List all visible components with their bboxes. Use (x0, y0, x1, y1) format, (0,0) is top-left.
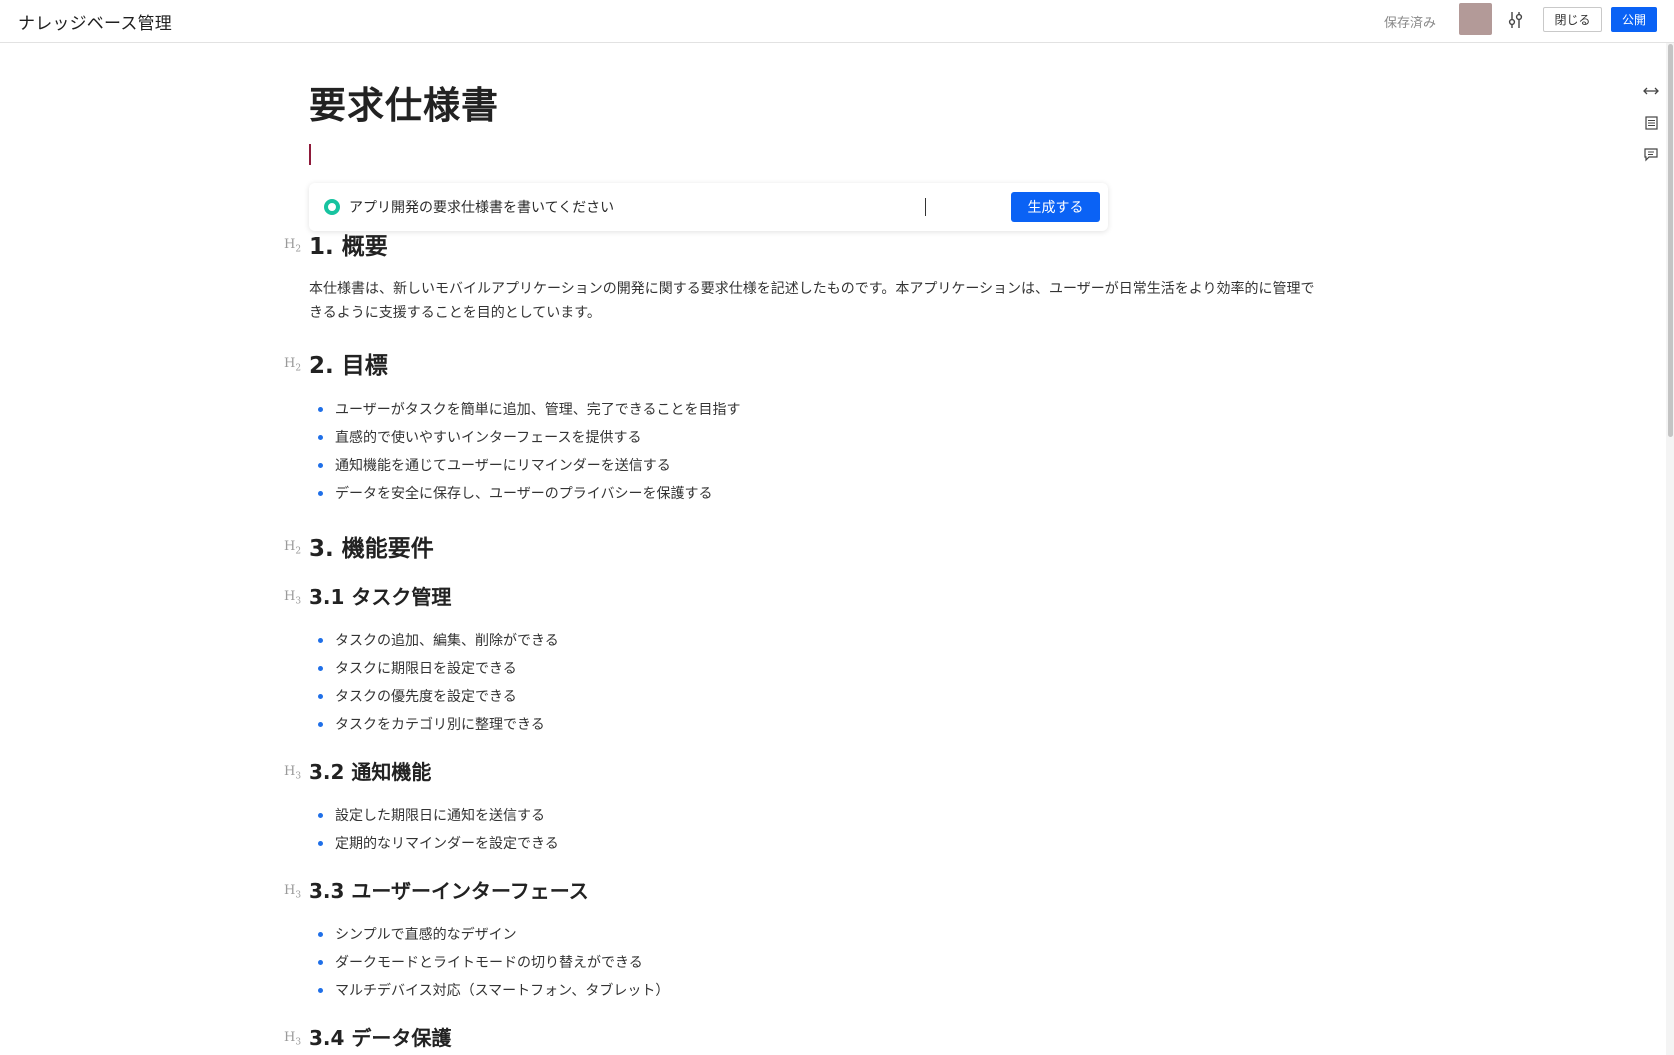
subsection-heading-task[interactable]: 3.1 タスク管理 (309, 583, 451, 611)
heading-level-marker[interactable]: H2 (284, 356, 301, 374)
text-cursor (309, 144, 311, 165)
list-item[interactable]: ユーザーがタスクを簡単に追加、管理、完了できることを目指す (309, 396, 740, 424)
heading-level-marker[interactable]: H3 (284, 883, 301, 901)
sliders-icon (1508, 12, 1523, 28)
input-cursor (925, 198, 926, 216)
settings-button[interactable] (1505, 8, 1527, 32)
publish-button[interactable]: 公開 (1611, 7, 1657, 32)
heading-level-marker[interactable]: H3 (284, 1030, 301, 1048)
list-item[interactable]: 定期的なリマインダーを設定できる (309, 830, 559, 858)
outline-button[interactable] (1640, 112, 1662, 134)
list-item[interactable]: ダークモードとライトモードの切り替えができる (309, 949, 669, 977)
app-title: ナレッジベース管理 (18, 14, 172, 34)
section-heading-goals[interactable]: 2. 目標 (309, 350, 388, 382)
subsection-heading-notify[interactable]: 3.2 通知機能 (309, 758, 431, 786)
ai-prompt-box: 生成する (309, 183, 1108, 231)
outline-icon (1644, 116, 1658, 130)
top-bar: ナレッジベース管理 保存済み 閉じる 公開 (0, 0, 1674, 43)
scrollbar-thumb[interactable] (1668, 44, 1673, 437)
heading-level-marker[interactable]: H3 (284, 764, 301, 782)
list-item[interactable]: 設定した期限日に通知を送信する (309, 802, 559, 830)
notify-list: 設定した期限日に通知を送信する 定期的なリマインダーを設定できる (309, 802, 559, 858)
heading-level-marker[interactable]: H3 (284, 589, 301, 607)
document-title[interactable]: 要求仕様書 (309, 80, 1319, 132)
overview-paragraph[interactable]: 本仕様書は、新しいモバイルアプリケーションの開発に関する要求仕様を記述したもので… (309, 277, 1319, 325)
list-item[interactable]: タスクの追加、編集、削除ができる (309, 627, 559, 655)
saved-status: 保存済み (1384, 16, 1437, 31)
ai-prompt-input[interactable] (349, 195, 909, 219)
expand-width-icon (1643, 87, 1659, 95)
section-heading-functional[interactable]: 3. 機能要件 (309, 533, 434, 565)
task-list: タスクの追加、編集、削除ができる タスクに期限日を設定できる タスクの優先度を設… (309, 627, 559, 739)
section-heading-overview[interactable]: 1. 概要 (309, 231, 388, 263)
list-item[interactable]: タスクをカテゴリ別に整理できる (309, 711, 559, 739)
ui-list: シンプルで直感的なデザイン ダークモードとライトモードの切り替えができる マルチ… (309, 921, 669, 1005)
list-item[interactable]: 直感的で使いやすいインターフェースを提供する (309, 424, 740, 452)
list-item[interactable]: タスクの優先度を設定できる (309, 683, 559, 711)
list-item[interactable]: マルチデバイス対応（スマートフォン、タブレット） (309, 977, 669, 1005)
subsection-heading-ui[interactable]: 3.3 ユーザーインターフェース (309, 877, 589, 905)
goals-list: ユーザーがタスクを簡単に追加、管理、完了できることを目指す 直感的で使いやすいイ… (309, 396, 740, 508)
side-toolbar (1640, 80, 1662, 176)
heading-level-marker[interactable]: H2 (284, 237, 301, 255)
heading-level-marker[interactable]: H2 (284, 539, 301, 557)
list-item[interactable]: 通知機能を通じてユーザーにリマインダーを送信する (309, 452, 740, 480)
subsection-heading-data[interactable]: 3.4 データ保護 (309, 1024, 451, 1052)
close-button[interactable]: 閉じる (1543, 7, 1602, 32)
comment-button[interactable] (1640, 144, 1662, 166)
list-item[interactable]: シンプルで直感的なデザイン (309, 921, 669, 949)
expand-width-button[interactable] (1640, 80, 1662, 102)
comment-icon (1644, 148, 1658, 162)
list-item[interactable]: タスクに期限日を設定できる (309, 655, 559, 683)
ai-circle-icon (324, 199, 340, 215)
list-item[interactable]: データを安全に保存し、ユーザーのプライバシーを保護する (309, 480, 740, 508)
document-area: 要求仕様書 (309, 80, 1319, 165)
generate-button[interactable]: 生成する (1011, 192, 1100, 222)
avatar[interactable] (1459, 3, 1492, 35)
